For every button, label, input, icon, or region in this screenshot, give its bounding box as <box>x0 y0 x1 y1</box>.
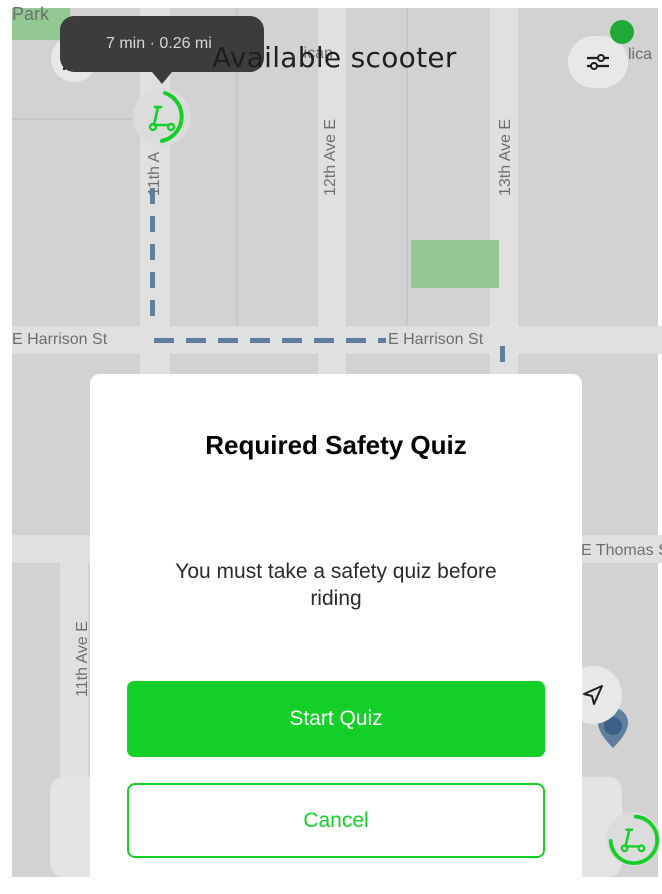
cancel-button[interactable]: Cancel <box>127 783 545 858</box>
dialog-title: Required Safety Quiz <box>205 430 467 460</box>
page-title: Available scooter <box>212 41 457 74</box>
safety-quiz-dialog: Required Safety Quiz You must take a saf… <box>90 374 582 894</box>
alley <box>12 118 142 120</box>
route-path <box>150 188 155 328</box>
tooltip-pointer <box>152 72 172 84</box>
route-path <box>154 338 386 343</box>
map-label-fragment: lica <box>628 46 653 63</box>
scooter-icon <box>608 814 660 865</box>
sliders-icon <box>587 54 609 70</box>
street-label-13th-ave: 13th Ave E <box>497 118 514 196</box>
scooter-marker[interactable] <box>606 812 660 866</box>
street-label-thomas: E Thomas S <box>581 542 662 559</box>
street-label-harrison: E Harrison St <box>12 331 108 348</box>
top-edge <box>0 0 662 8</box>
street-label-12th-ave: 12th Ave E <box>322 118 339 196</box>
right-edge <box>658 0 662 877</box>
left-edge <box>0 0 12 877</box>
dialog-message: You must take a safety quiz before ridin… <box>175 560 497 610</box>
navigation-arrow-icon <box>583 685 603 705</box>
park-label: Park <box>12 4 50 24</box>
route-path <box>500 346 505 374</box>
scooter-icon <box>148 91 184 143</box>
scooter-marker[interactable] <box>133 88 191 146</box>
eta-tooltip-text: 7 min · 0.26 mi <box>106 35 212 52</box>
park-area <box>411 240 499 288</box>
street-label-harrison: E Harrison St <box>388 331 484 348</box>
street-label-11th-ave: 11th A <box>146 151 163 196</box>
filter-status-dot <box>610 20 634 44</box>
start-quiz-button[interactable]: Start Quiz <box>127 681 545 757</box>
